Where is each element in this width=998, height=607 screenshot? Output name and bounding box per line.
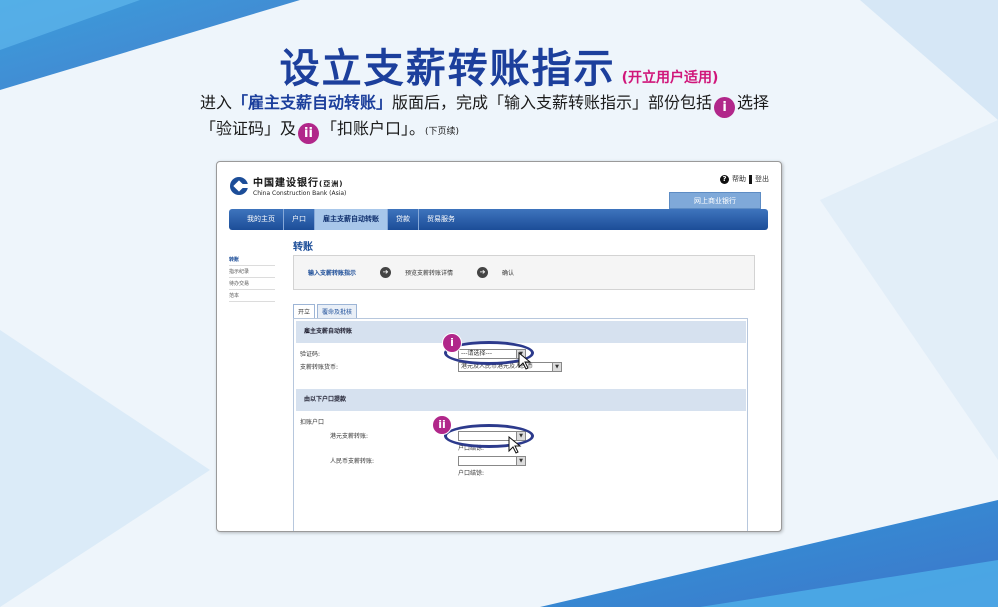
sidebar-item-records[interactable]: 指示纪录	[229, 266, 275, 278]
intro-part: 进入	[200, 93, 233, 112]
cursor-icon	[508, 436, 522, 454]
sidebar-item-templates[interactable]: 范本	[229, 290, 275, 302]
sidebar-item-pending[interactable]: 待办交易	[229, 278, 275, 290]
nav-item-home[interactable]: 我的主页	[239, 209, 284, 230]
bank-name-en: China Construction Bank (Asia)	[253, 190, 347, 197]
step-confirm: 确认	[502, 270, 515, 277]
section-debit: 由以下户口提款	[296, 389, 746, 411]
verify-label: 验证码:	[300, 351, 321, 358]
continued-note: (下页续)	[425, 127, 460, 137]
debit-label: 扣账户口	[300, 419, 325, 426]
step-arrow-icon: ➔	[477, 267, 489, 278]
help-icon: ?	[720, 174, 729, 184]
main-nav: 我的主页 户口 雇主支薪自动转账 贷款 贸易服务	[229, 209, 768, 230]
nav-item-loans[interactable]: 贷款	[388, 209, 419, 230]
currency-label: 支薪转账货币:	[300, 364, 339, 371]
headline: 设立支薪转账指示 (开立用户适用)	[0, 36, 998, 94]
sidebar: 转账 指示纪录 待办交易 范本	[229, 254, 275, 302]
marker-ii-icon: ii	[298, 123, 320, 144]
intro-text: 进入「雇主支薪自动转账」版面后，完成「输入支薪转账指示」部份包括 i 选择 「验证码…	[200, 92, 840, 144]
marker-i-icon: i	[442, 333, 462, 353]
marker-ii-icon: ii	[432, 415, 452, 435]
help-link[interactable]: 帮助	[732, 174, 746, 184]
intro-part: 版面后，完成「输入支薪转账指示」部份包括	[392, 93, 713, 112]
logout-link[interactable]: 登出	[755, 174, 769, 184]
step-arrow-icon: ➔	[380, 267, 392, 278]
bank-screenshot: 中国建设银行(亞洲) China Construction Bank (Asia…	[216, 161, 782, 532]
top-links: ? 帮助 登出	[720, 174, 769, 184]
bank-logo: 中国建设银行(亞洲) China Construction Bank (Asia…	[229, 174, 346, 197]
intro-part: 「扣账户口」。	[321, 119, 426, 138]
tab-bar: 开立 覆命及批核	[293, 304, 358, 318]
logout-icon	[749, 174, 752, 184]
sidebar-item-transfer[interactable]: 转账	[229, 254, 275, 266]
page-subtitle: (开立用户适用)	[621, 70, 719, 86]
ebank-tab[interactable]: 网上商业银行	[669, 192, 761, 209]
marker-i-icon: i	[714, 97, 736, 118]
hkd-label: 港元支薪转账:	[330, 433, 369, 440]
cursor-icon	[518, 352, 532, 370]
section-title: 转账	[293, 242, 313, 253]
tab-create[interactable]: 开立	[293, 304, 316, 318]
intro-highlight: 「雇主支薪自动转账」	[232, 93, 393, 112]
ccb-logo-icon	[230, 176, 249, 195]
bank-name-cn: 中国建设银行	[253, 178, 319, 189]
rmb-balance-label: 户口结馀:	[458, 470, 485, 477]
nav-item-accounts[interactable]: 户口	[284, 209, 315, 230]
intro-part: 选择	[737, 93, 770, 112]
step-indicator: 输入支薪转账指示 ➔ 预览支薪转账详情 ➔ 确认	[293, 255, 755, 290]
bank-region: (亞洲)	[319, 180, 344, 188]
nav-item-trade[interactable]: 贸易服务	[419, 209, 463, 230]
nav-item-payroll[interactable]: 雇主支薪自动转账	[315, 209, 388, 230]
chevron-down-icon: ▼	[516, 457, 525, 465]
form-panel: 雇主支薪自动转账 验证码: ---请选择---▼ 支薪转账货币: 港元及人民币港…	[293, 318, 748, 531]
rmb-label: 人民币支薪转账:	[330, 458, 375, 465]
tab-approve[interactable]: 覆命及批核	[317, 304, 358, 318]
section-payroll: 雇主支薪自动转账	[296, 321, 746, 343]
chevron-down-icon: ▼	[552, 363, 561, 371]
intro-part: 「验证码」及	[200, 119, 297, 138]
rmb-account-select[interactable]: ▼	[458, 456, 526, 466]
page-title: 设立支薪转账指示	[279, 46, 616, 92]
step-preview: 预览支薪转账详情	[405, 270, 454, 277]
step-input: 输入支薪转账指示	[308, 270, 357, 277]
